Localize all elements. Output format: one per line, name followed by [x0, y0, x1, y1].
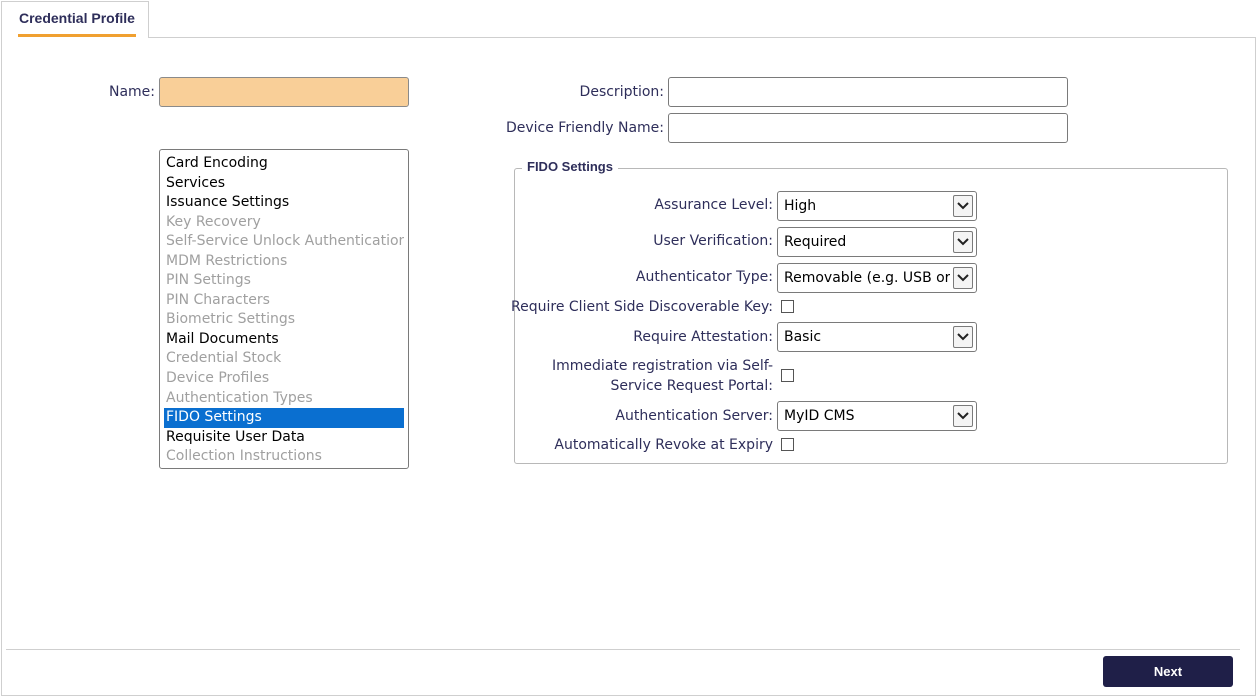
active-tab-indicator	[18, 34, 136, 37]
require-discoverable-key-checkbox[interactable]	[781, 300, 794, 313]
list-item[interactable]: FIDO Settings	[164, 408, 404, 428]
list-item: Credential Stock	[166, 350, 282, 367]
dropdown-button[interactable]	[953, 267, 973, 289]
user-verification-select[interactable]: Required	[777, 227, 977, 257]
chevron-down-icon	[957, 333, 969, 341]
chevron-down-icon	[957, 238, 969, 246]
description-label: Description:	[579, 84, 664, 100]
footer-divider	[6, 649, 1240, 650]
next-button[interactable]: Next	[1103, 656, 1233, 687]
list-item: Self-Service Unlock Authentication	[166, 233, 404, 250]
list-item[interactable]: Services	[164, 174, 404, 194]
assurance-level-select[interactable]: High	[777, 191, 977, 221]
dropdown-button[interactable]	[953, 326, 973, 348]
list-item: Key Recovery	[166, 213, 261, 230]
settings-category-list[interactable]: Card Encoding Services Issuance Settings Ke…	[159, 149, 409, 469]
list-item: PIN Settings	[166, 272, 251, 289]
list-item: MDM Restrictions	[166, 252, 288, 269]
dropdown-button[interactable]	[953, 231, 973, 253]
immediate-registration-checkbox[interactable]	[781, 369, 794, 382]
name-label: Name:	[108, 84, 155, 100]
auto-revoke-label: Automatically Revoke at Expiry	[554, 437, 773, 453]
require-discoverable-key-label: Require Client Side Discoverable Key:	[511, 299, 773, 315]
auto-revoke-checkbox[interactable]	[781, 438, 794, 451]
tab-label: Credential Profile	[19, 10, 135, 26]
tab-credential-profile[interactable]: Credential Profile	[1, 1, 149, 38]
assurance-level-value: High	[784, 198, 817, 214]
description-input[interactable]	[668, 77, 1068, 107]
authentication-server-value: MyID CMS	[784, 408, 855, 424]
device-friendly-name-label: Device Friendly Name:	[505, 120, 664, 136]
require-attestation-select[interactable]: Basic	[777, 322, 977, 352]
require-attestation-value: Basic	[784, 329, 822, 345]
authenticator-type-label: Authenticator Type:	[635, 269, 773, 285]
list-item[interactable]: Requisite User Data	[164, 428, 404, 448]
user-verification-label: User Verification:	[653, 233, 773, 249]
authenticator-type-value: Removable (e.g. USB or smart card)	[784, 270, 950, 286]
immediate-registration-label: Immediate registration via Self-Service …	[552, 358, 773, 394]
list-item: Device Profiles	[166, 370, 270, 387]
list-item[interactable]: Mail Documents	[164, 330, 404, 350]
list-item[interactable]: Issuance Settings	[164, 193, 404, 213]
require-attestation-label: Require Attestation:	[633, 329, 773, 345]
chevron-down-icon	[957, 274, 969, 282]
user-verification-value: Required	[784, 234, 847, 250]
chevron-down-icon	[957, 202, 969, 210]
chevron-down-icon	[957, 412, 969, 420]
fido-settings-legend: FIDO Settings	[522, 159, 618, 174]
list-item: Collection Instructions	[166, 448, 322, 465]
list-item[interactable]: Card Encoding	[164, 154, 404, 174]
authenticator-type-select[interactable]: Removable (e.g. USB or smart card)	[777, 263, 977, 293]
device-friendly-name-input[interactable]	[668, 113, 1068, 143]
list-item: Biometric Settings	[166, 311, 296, 328]
dropdown-button[interactable]	[953, 195, 973, 217]
name-input[interactable]	[159, 77, 409, 107]
list-item: Authentication Types	[166, 389, 313, 406]
authentication-server-select[interactable]: MyID CMS	[777, 401, 977, 431]
list-item: PIN Characters	[166, 291, 270, 308]
dropdown-button[interactable]	[953, 405, 973, 427]
authentication-server-label: Authentication Server:	[615, 408, 773, 424]
assurance-level-label: Assurance Level:	[654, 197, 773, 213]
